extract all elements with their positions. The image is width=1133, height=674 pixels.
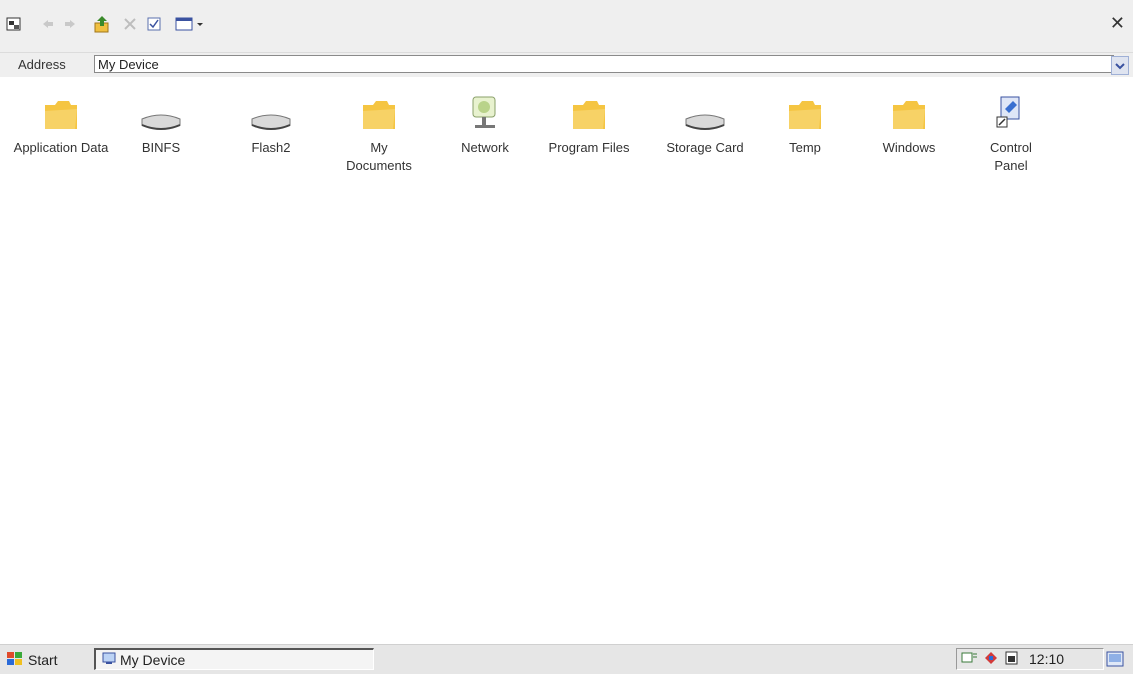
folder-icon — [534, 85, 644, 133]
item-label: Program Files — [548, 140, 630, 155]
item-label: Control Panel — [990, 140, 1032, 173]
item-windows[interactable]: Windows — [854, 85, 964, 157]
item-my-documents[interactable]: My Documents — [324, 85, 434, 175]
connection-icon[interactable] — [983, 650, 1001, 669]
start-label: Start — [28, 652, 58, 668]
address-bar: Address My Device — [0, 52, 1133, 78]
item-flash2[interactable]: Flash2 — [216, 85, 326, 157]
taskbar-window-label: My Device — [120, 651, 186, 668]
address-dropdown-icon[interactable] — [1111, 56, 1129, 75]
delete-icon[interactable] — [120, 14, 140, 34]
drive-icon — [650, 85, 760, 133]
my-device-icon — [102, 651, 116, 668]
item-application-data[interactable]: Application Data — [6, 85, 116, 157]
close-icon[interactable]: ✕ — [1110, 14, 1125, 32]
battery-icon[interactable] — [1003, 650, 1021, 669]
item-label: Network — [461, 140, 509, 155]
file-view: Application Data BINFS Flash2 My Documen… — [0, 77, 1133, 644]
item-label: BINFS — [141, 140, 181, 155]
folder-icon — [6, 85, 116, 133]
item-label: Flash2 — [251, 140, 291, 155]
item-label: My Documents — [346, 140, 412, 173]
item-network[interactable]: Network — [430, 85, 540, 157]
properties-icon[interactable] — [144, 14, 164, 34]
item-storage-card[interactable]: Storage Card — [650, 85, 760, 157]
network-status-icon[interactable] — [961, 650, 979, 669]
item-label: Application Data — [13, 140, 109, 155]
forward-icon[interactable] — [60, 14, 80, 34]
taskbar: Start My Device 12:10 — [0, 644, 1133, 674]
folder-icon — [324, 85, 434, 133]
windows-flag-icon — [6, 651, 24, 670]
folder-icon — [750, 85, 860, 133]
item-label: Storage Card — [666, 140, 744, 155]
toolbar: ✕ — [0, 0, 1133, 52]
item-program-files[interactable]: Program Files — [534, 85, 644, 157]
taskbar-window-my-device[interactable]: My Device — [94, 648, 374, 670]
system-tray: 12:10 — [956, 648, 1104, 670]
drive-icon — [216, 85, 326, 133]
address-label: Address — [18, 57, 66, 72]
app-menu-icon[interactable] — [4, 14, 24, 34]
start-button[interactable]: Start — [6, 649, 58, 671]
item-label: Windows — [882, 140, 936, 155]
address-input[interactable]: My Device — [94, 55, 1114, 73]
back-icon[interactable] — [38, 14, 58, 34]
item-control-panel[interactable]: Control Panel — [956, 85, 1066, 175]
clock[interactable]: 12:10 — [1029, 651, 1064, 667]
network-icon — [430, 85, 540, 133]
views-icon[interactable] — [174, 14, 206, 34]
item-temp[interactable]: Temp — [750, 85, 860, 157]
item-binfs[interactable]: BINFS — [106, 85, 216, 157]
desktop-icon[interactable] — [1105, 649, 1125, 669]
up-folder-icon[interactable] — [92, 14, 112, 34]
control-panel-icon — [956, 85, 1066, 133]
drive-icon — [106, 85, 216, 133]
item-label: Temp — [789, 140, 821, 155]
folder-icon — [854, 85, 964, 133]
